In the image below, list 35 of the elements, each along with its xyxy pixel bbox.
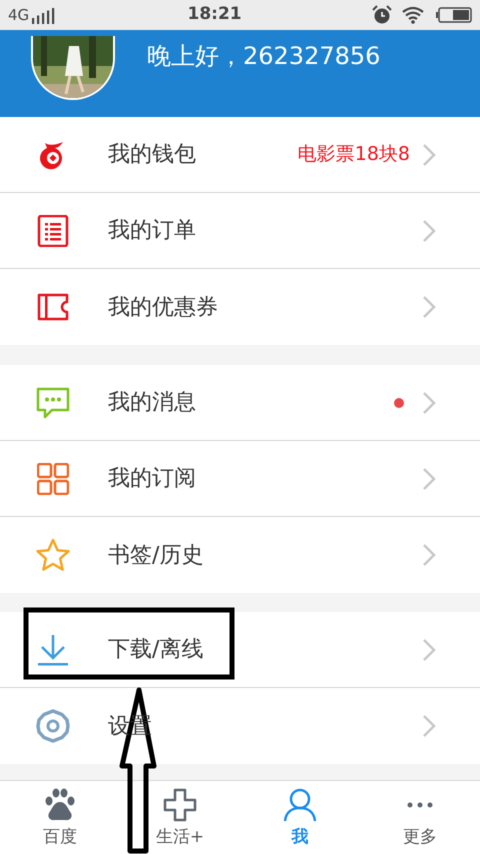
cross-icon — [162, 786, 198, 822]
chevron-icon — [422, 466, 436, 490]
tab[interactable]: 更多 — [360, 781, 480, 854]
chat-bubble-icon — [36, 386, 70, 418]
more-icon — [407, 802, 433, 808]
tab[interactable]: 百度 — [0, 781, 120, 854]
chevron-icon — [422, 543, 436, 567]
star-icon — [35, 538, 71, 572]
menu-label: 下载/离线 — [108, 636, 204, 664]
menu-label: 我的消息 — [108, 389, 196, 417]
promo-note: 电影票18块8 — [298, 142, 410, 168]
greeting-text: 晚上好，262327856 — [147, 41, 380, 72]
network-label: 4G — [8, 4, 30, 26]
chevron-icon — [422, 714, 436, 738]
chevron-icon — [422, 295, 436, 319]
grid-icon — [37, 462, 69, 494]
menu-label: 我的订阅 — [108, 465, 196, 493]
status-time: 18:21 — [188, 3, 242, 26]
settings-icon — [35, 708, 71, 744]
chevron-icon — [422, 638, 436, 662]
person-icon — [282, 786, 318, 822]
chevron-icon — [422, 218, 436, 242]
menu-label: 我的钱包 — [108, 141, 196, 169]
download-icon — [37, 632, 69, 666]
wifi-icon — [402, 6, 424, 24]
tab[interactable]: 生活+ — [120, 781, 240, 854]
alarm-clock-icon — [372, 5, 392, 25]
menu-label: 书签/历史 — [108, 542, 204, 570]
chevron-icon — [422, 390, 436, 414]
menu-label: 我的优惠券 — [108, 294, 218, 322]
menu-label: 我的订单 — [108, 217, 196, 245]
list-icon — [37, 214, 69, 246]
chevron-icon — [422, 142, 436, 166]
ticket-icon — [36, 293, 70, 321]
battery-icon — [436, 7, 472, 23]
